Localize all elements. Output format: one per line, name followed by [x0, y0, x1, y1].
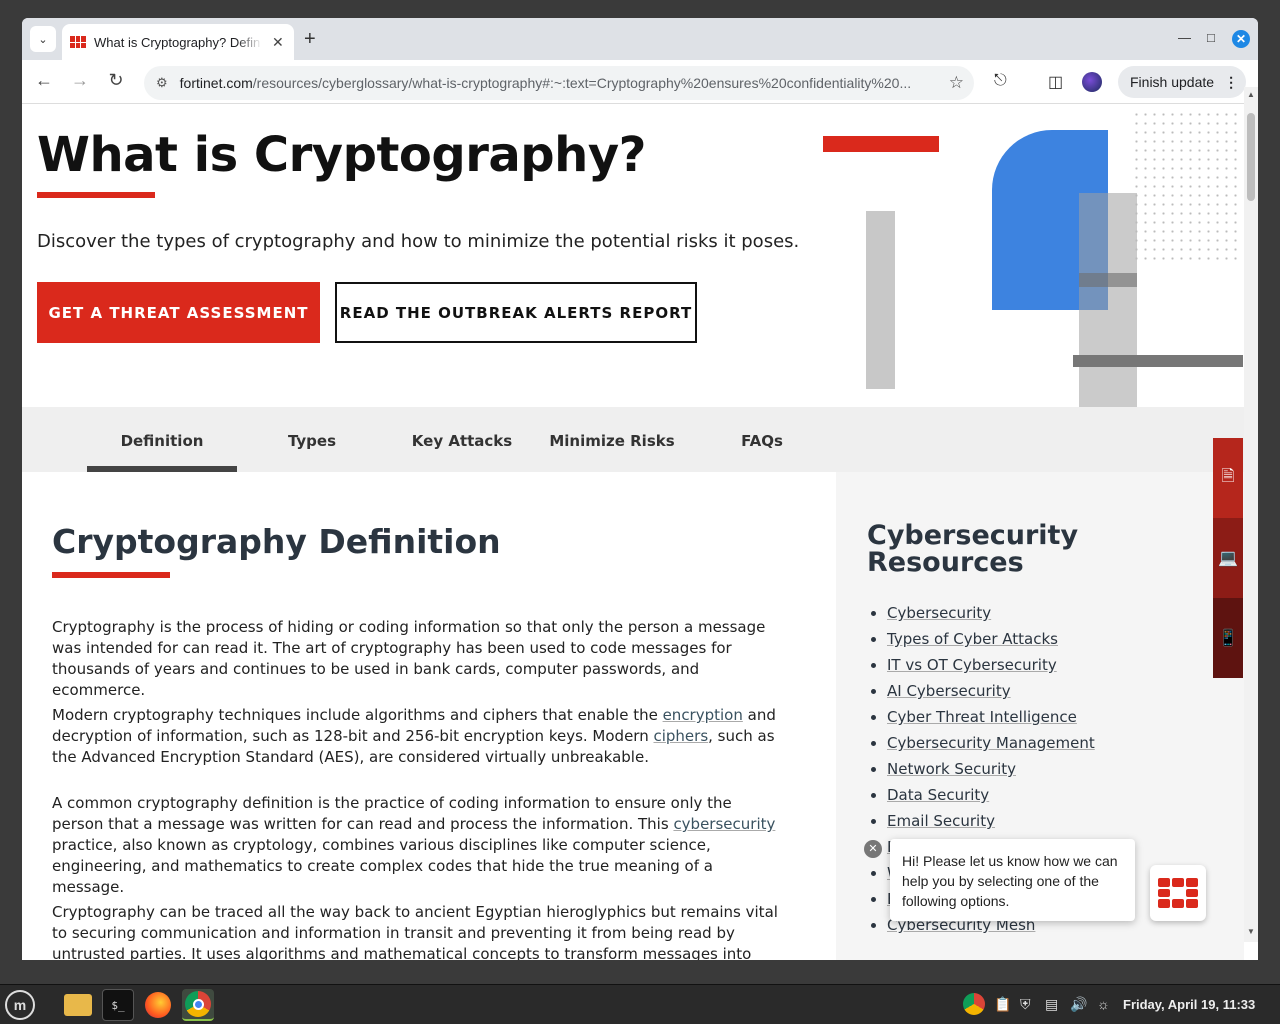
bookmark-star-icon[interactable]: ☆ — [949, 73, 964, 93]
new-tab-button[interactable]: + — [304, 28, 316, 50]
terminal-icon: $_ — [111, 998, 125, 1012]
tab-minimize-risks[interactable]: Minimize Risks — [537, 432, 687, 450]
list-item[interactable]: Data Security — [887, 782, 1095, 808]
side-panel-icon[interactable]: ◫ — [1048, 72, 1063, 92]
clipboard-icon[interactable]: 📋 — [994, 996, 1011, 1013]
finish-update-label: Finish update — [1130, 74, 1215, 90]
scrollbar-thumb[interactable] — [1247, 113, 1255, 201]
resources-title: Cybersecurity Resources — [867, 520, 1079, 578]
taskbar: m $_ 📋 ⛨ ▤ 🔊 ☼ Friday, April 19, 11:33 — [0, 984, 1280, 1024]
list-item[interactable]: Network Security — [887, 756, 1095, 782]
close-window-button[interactable]: ✕ — [1232, 30, 1250, 48]
scroll-up-icon[interactable]: ▲ — [1247, 90, 1255, 99]
threat-assessment-button[interactable]: GET A THREAT ASSESSMENT — [37, 282, 320, 343]
pricing-doc-icon[interactable]: 🗎 — [1213, 438, 1243, 518]
browser-tab[interactable]: What is Cryptography? Defin ✕ — [62, 24, 294, 60]
maximize-button[interactable]: □ — [1207, 30, 1215, 45]
paragraph-2: Modern cryptography techniques include a… — [52, 706, 776, 766]
list-item[interactable]: Cybersecurity Management — [887, 730, 1095, 756]
list-item[interactable]: Cyber Threat Intelligence — [887, 704, 1095, 730]
chrome-tray-icon[interactable] — [963, 993, 985, 1015]
reload-button[interactable]: ↻ — [104, 70, 128, 91]
section-title: Cryptography Definition — [52, 522, 501, 561]
firefox-icon — [145, 992, 171, 1018]
main-content: Cryptography Definition Cryptography is … — [22, 472, 836, 960]
files-app-button[interactable] — [62, 989, 94, 1021]
list-item[interactable]: IT vs OT Cybersecurity — [887, 652, 1095, 678]
paragraph-3: A common cryptography definition is the … — [52, 794, 776, 896]
tab-search-button[interactable]: ⌄ — [30, 26, 56, 52]
tab-types[interactable]: Types — [237, 432, 387, 450]
address-bar[interactable]: ⚙ fortinet.com /resources/cyberglossary/… — [144, 66, 974, 100]
chat-close-icon[interactable]: ✕ — [864, 840, 882, 858]
page-title: What is Cryptography? — [37, 127, 646, 183]
tab-faqs[interactable]: FAQs — [687, 432, 837, 450]
terminal-app-button[interactable]: $_ — [102, 989, 134, 1021]
list-item[interactable]: Cybersecurity — [887, 600, 1095, 626]
shield-icon[interactable]: ⛨ — [1020, 996, 1031, 1013]
site-info-icon[interactable]: ⚙ — [156, 75, 168, 91]
tab-definition[interactable]: Definition — [87, 432, 237, 450]
section-underline — [52, 572, 170, 578]
list-item[interactable]: Email Security — [887, 808, 1095, 834]
paragraph-1: Cryptography is the process of hiding or… — [52, 618, 766, 699]
firefox-app-button[interactable] — [142, 989, 174, 1021]
tab-strip: ⌄ What is Cryptography? Defin ✕ + — □ ✕ — [22, 18, 1258, 60]
chat-launcher-button[interactable] — [1150, 865, 1206, 921]
list-item[interactable]: AI Cybersecurity — [887, 678, 1095, 704]
chat-popup: Hi! Please let us know how we can help y… — [890, 839, 1135, 921]
minimize-button[interactable]: — — [1178, 30, 1191, 45]
forward-button[interactable]: → — [68, 70, 92, 91]
title-underline — [37, 192, 155, 198]
folder-icon — [64, 994, 92, 1016]
brightness-icon[interactable]: ☼ — [1097, 996, 1110, 1012]
extensions-icon[interactable]: ⎋ — [994, 72, 1007, 90]
start-menu-button[interactable]: m — [4, 989, 36, 1021]
chevron-down-icon: ⌄ — [38, 33, 48, 46]
tab-title: What is Cryptography? Defin — [94, 34, 261, 50]
volume-icon[interactable]: 🔊 — [1070, 996, 1087, 1013]
scroll-down-icon[interactable]: ▼ — [1247, 927, 1255, 936]
tab-key-attacks[interactable]: Key Attacks — [387, 432, 537, 450]
chrome-icon — [185, 991, 211, 1017]
outbreak-report-button[interactable]: READ THE OUTBREAK ALERTS REPORT — [335, 282, 697, 343]
back-button[interactable]: ← — [32, 70, 56, 91]
section-tabs: Definition Types Key Attacks Minimize Ri… — [22, 407, 1244, 472]
profile-avatar[interactable] — [1082, 72, 1102, 92]
browser-toolbar: ← → ↻ ⚙ fortinet.com /resources/cyberglo… — [22, 60, 1258, 104]
floating-action-rail: 🗎 💻 📱 — [1213, 438, 1243, 678]
page-scrollbar[interactable]: ▲ ▼ — [1244, 87, 1258, 942]
encryption-link[interactable]: encryption — [663, 706, 743, 724]
chrome-app-button[interactable] — [182, 989, 214, 1021]
taskbar-clock[interactable]: Friday, April 19, 11:33 — [1123, 997, 1255, 1012]
tab-close-icon[interactable]: ✕ — [272, 34, 284, 51]
menu-dots-icon: ⋮ — [1224, 73, 1239, 90]
chat-message: Hi! Please let us know how we can help y… — [902, 853, 1118, 909]
mint-logo-icon: m — [5, 990, 35, 1020]
web-page: What is Cryptography? Discover the types… — [22, 105, 1244, 960]
url-path: /resources/cyberglossary/what-is-cryptog… — [252, 75, 912, 91]
url-host: fortinet.com — [179, 75, 253, 91]
ciphers-link[interactable]: ciphers — [653, 727, 708, 745]
laptop-demo-icon[interactable]: 💻 — [1213, 518, 1243, 598]
network-icon[interactable]: ▤ — [1045, 996, 1058, 1013]
paragraph-4: Cryptography can be traced all the way b… — [52, 903, 778, 960]
hero-subtitle: Discover the types of cryptography and h… — [37, 231, 800, 252]
fortinet-favicon-icon — [70, 36, 86, 48]
finish-update-button[interactable]: Finish update ⋮ — [1118, 66, 1246, 98]
cybersecurity-link[interactable]: cybersecurity — [673, 815, 775, 833]
phone-contact-icon[interactable]: 📱 — [1213, 598, 1243, 678]
fortinet-logo-icon — [1158, 878, 1198, 908]
list-item[interactable]: Types of Cyber Attacks — [887, 626, 1095, 652]
